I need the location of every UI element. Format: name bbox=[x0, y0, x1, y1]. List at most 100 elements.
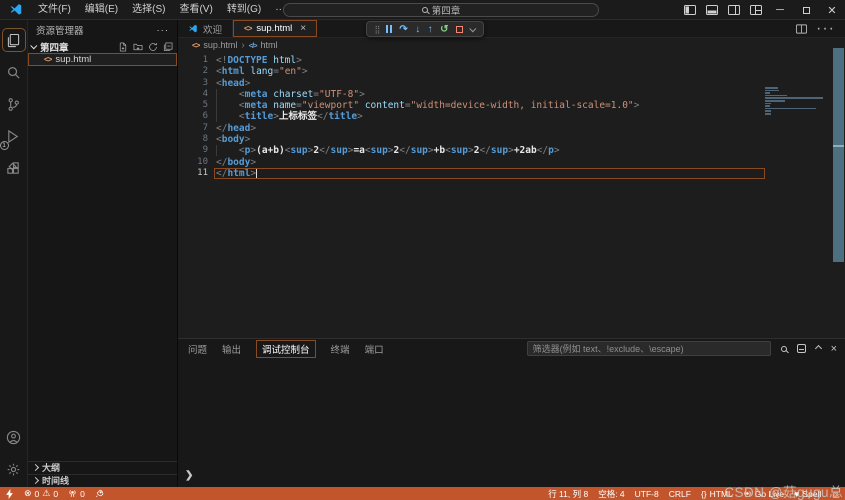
launch-status-icon[interactable] bbox=[90, 487, 109, 500]
code-line[interactable]: 11</html> bbox=[178, 168, 845, 179]
customize-layout-icon[interactable] bbox=[745, 0, 767, 20]
close-button[interactable]: ✕ bbox=[819, 0, 845, 20]
tab-problems[interactable]: 问题 bbox=[188, 342, 207, 356]
code-line[interactable]: 4 <meta charset="UTF-8"> bbox=[178, 89, 845, 100]
toggle-secondary-sidebar-icon[interactable] bbox=[723, 0, 745, 20]
clear-console-icon[interactable] bbox=[797, 344, 806, 353]
close-panel-icon[interactable]: × bbox=[831, 343, 837, 355]
error-icon: ⊗ bbox=[24, 488, 32, 499]
new-folder-icon[interactable] bbox=[133, 42, 143, 52]
new-file-icon[interactable] bbox=[118, 42, 128, 52]
file-row-sup-html[interactable]: <> sup.html bbox=[28, 53, 177, 66]
tab-close-icon[interactable]: × bbox=[300, 23, 306, 34]
step-into-icon[interactable]: ↓ bbox=[415, 24, 420, 35]
split-editor-icon[interactable] bbox=[796, 24, 807, 34]
source-control-icon[interactable] bbox=[2, 92, 26, 116]
account-icon[interactable] bbox=[2, 425, 26, 449]
step-over-icon[interactable]: ↷ bbox=[399, 24, 407, 35]
minimap-line bbox=[765, 108, 816, 110]
timeline-section[interactable]: 时间线 bbox=[28, 474, 177, 487]
menu-goto[interactable]: 转到(G) bbox=[220, 0, 268, 20]
code-line[interactable]: 2<html lang="en"> bbox=[178, 66, 845, 77]
radio-tower-icon bbox=[68, 489, 77, 498]
menu-edit[interactable]: 编辑(E) bbox=[78, 0, 125, 20]
editor-more-actions-icon[interactable]: ··· bbox=[816, 20, 835, 38]
debug-console-body[interactable]: ❯ bbox=[178, 359, 845, 488]
tab-welcome[interactable]: 欢迎 bbox=[178, 20, 233, 37]
code-token: </ bbox=[537, 145, 548, 156]
code-text: <meta name="viewport" content="width=dev… bbox=[216, 100, 639, 111]
step-out-icon[interactable]: ↑ bbox=[428, 24, 433, 35]
code-line[interactable]: 5 <meta name="viewport" content="width=d… bbox=[178, 100, 845, 111]
console-prompt[interactable]: ❯ bbox=[185, 470, 193, 481]
code-token: </ bbox=[216, 168, 227, 179]
ports-status[interactable]: 0 bbox=[63, 487, 90, 500]
menu-file[interactable]: 文件(F) bbox=[31, 0, 78, 20]
explorer-icon[interactable] bbox=[2, 28, 26, 52]
maximize-button[interactable] bbox=[793, 0, 819, 20]
extensions-icon[interactable] bbox=[2, 156, 26, 180]
code-line[interactable]: 3<head> bbox=[178, 78, 845, 89]
search-icon[interactable] bbox=[781, 346, 787, 352]
minimize-button[interactable]: ─ bbox=[767, 0, 793, 20]
console-filter-input[interactable] bbox=[527, 341, 771, 356]
collapse-all-icon[interactable] bbox=[163, 42, 173, 52]
code-text: <p>(a+b)<sup>2</sup>=a<sup>2</sup>+b<sup… bbox=[216, 145, 560, 156]
current-line-highlight bbox=[214, 168, 765, 179]
problems-status[interactable]: ⊗ 0 ⚠ 0 bbox=[19, 487, 63, 500]
code-token: > bbox=[359, 89, 365, 100]
warning-count: 0 bbox=[53, 489, 58, 499]
tab-sup-html[interactable]: <> sup.html × bbox=[233, 20, 317, 37]
code-line[interactable]: 10</body> bbox=[178, 157, 845, 168]
minimap[interactable] bbox=[765, 87, 827, 116]
breadcrumb-file[interactable]: sup.html bbox=[203, 40, 237, 50]
tab-ports[interactable]: 端口 bbox=[365, 342, 384, 356]
code-line[interactable]: 9 <p>(a+b)<sup>2</sup>=a<sup>2</sup>+b<s… bbox=[178, 145, 845, 156]
eol-sequence[interactable]: CRLF bbox=[664, 487, 696, 500]
indentation[interactable]: 空格: 4 bbox=[593, 487, 629, 500]
outline-section[interactable]: 大纲 bbox=[28, 461, 177, 474]
code-text: </html> bbox=[216, 168, 256, 179]
editor-tab-bar: 欢迎 <> sup.html × ··· bbox=[178, 20, 845, 38]
pause-icon[interactable] bbox=[386, 25, 392, 33]
drag-handle-icon[interactable]: ⣿ bbox=[374, 25, 378, 34]
cursor-position[interactable]: 行 11, 列 8 bbox=[543, 487, 593, 500]
menu-selection[interactable]: 选择(S) bbox=[125, 0, 172, 20]
code-token: </ bbox=[399, 145, 410, 156]
watermark: CSDN @菇gugu总 bbox=[724, 481, 843, 500]
tab-output[interactable]: 输出 bbox=[222, 342, 241, 356]
menu-view[interactable]: 查看(V) bbox=[172, 0, 219, 20]
code-token: 上标标签 bbox=[279, 111, 317, 122]
code-line[interactable]: 1<!DOCTYPE html> bbox=[178, 55, 845, 66]
folder-row[interactable]: 第四章 bbox=[28, 40, 177, 53]
search-sidebar-icon[interactable] bbox=[2, 60, 26, 84]
code-line[interactable]: 7</head> bbox=[178, 123, 845, 134]
code-token: sup bbox=[491, 145, 508, 156]
line-number: 9 bbox=[178, 145, 208, 156]
maximize-panel-icon[interactable] bbox=[815, 345, 822, 352]
chevron-down-icon[interactable] bbox=[469, 25, 476, 32]
command-center-search[interactable]: 第四章 bbox=[283, 3, 599, 17]
run-debug-icon[interactable]: 1 bbox=[2, 124, 26, 148]
code-token: > bbox=[634, 100, 640, 111]
settings-gear-icon[interactable] bbox=[2, 457, 26, 481]
code-token: head bbox=[222, 78, 245, 89]
restart-icon[interactable]: ↺ bbox=[440, 24, 448, 35]
editor-scrollbar[interactable] bbox=[833, 48, 844, 262]
tab-debug-console[interactable]: 调试控制台 bbox=[256, 340, 316, 358]
toggle-panel-icon[interactable] bbox=[701, 0, 723, 20]
stop-icon[interactable] bbox=[456, 26, 463, 33]
breadcrumb-node[interactable]: html bbox=[261, 40, 278, 50]
code-text: <body> bbox=[216, 134, 250, 145]
code-editor[interactable]: 1<!DOCTYPE html>2<html lang="en">3<head>… bbox=[178, 52, 845, 338]
sidebar-more-actions-icon[interactable]: ··· bbox=[157, 25, 170, 36]
refresh-icon[interactable] bbox=[148, 42, 158, 52]
code-token: +2ab bbox=[514, 145, 537, 156]
encoding[interactable]: UTF-8 bbox=[630, 487, 664, 500]
code-line[interactable]: 6 <title>上标标签</title> bbox=[178, 111, 845, 122]
vscode-logo-icon bbox=[9, 3, 23, 17]
remote-indicator-icon[interactable] bbox=[0, 487, 19, 500]
code-line[interactable]: 8<body> bbox=[178, 134, 845, 145]
toggle-sidebar-icon[interactable] bbox=[679, 0, 701, 20]
tab-terminal[interactable]: 终端 bbox=[331, 342, 350, 356]
